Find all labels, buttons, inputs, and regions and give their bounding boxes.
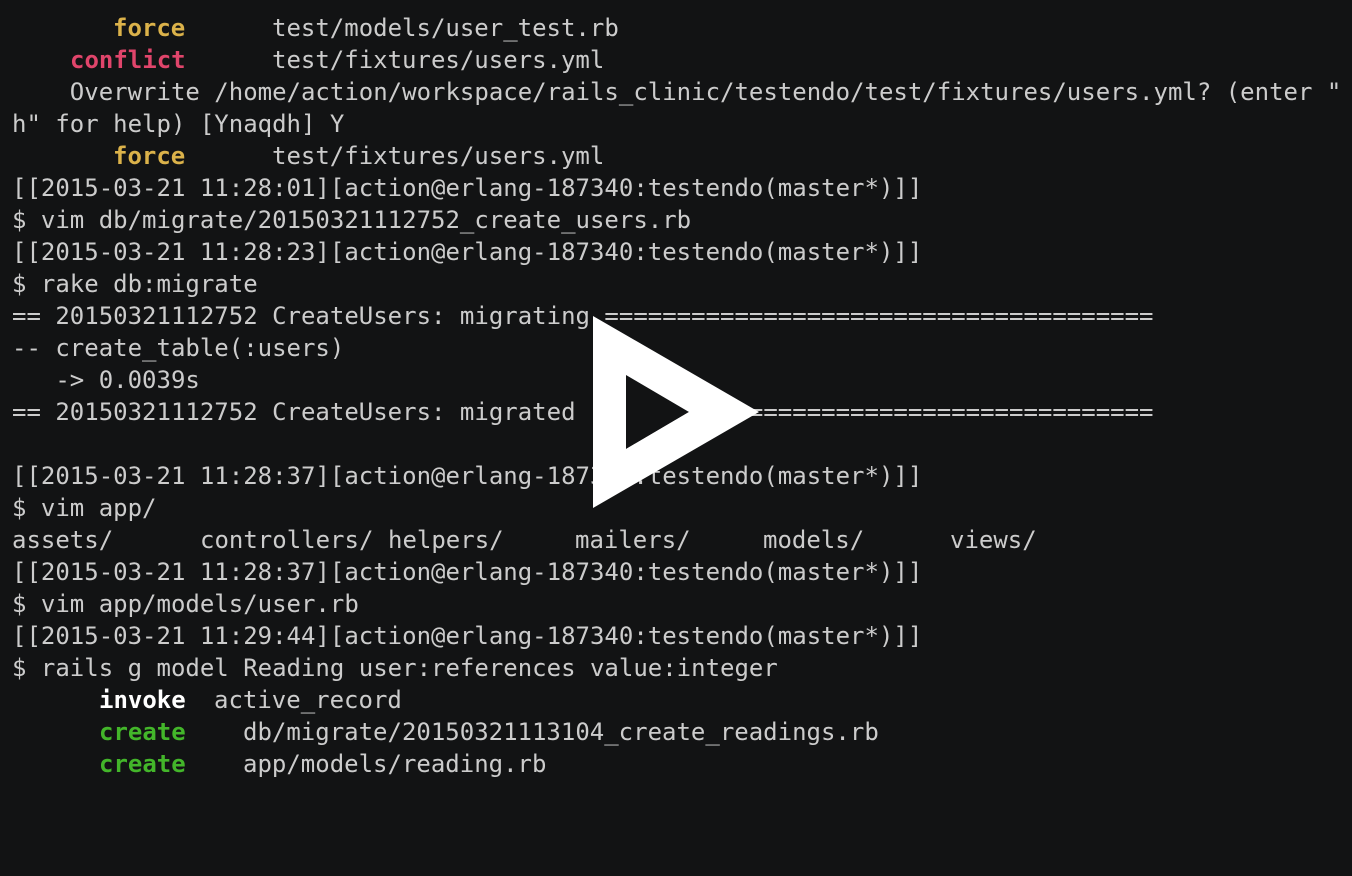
line-text: db/migrate/20150321113104_create_reading… <box>243 718 879 746</box>
status-tag-force: force <box>113 14 186 42</box>
shell-prompt: [[2015-03-21 11:28:37][action@erlang-187… <box>12 462 923 490</box>
line-text: app/models/reading.rb <box>243 750 547 778</box>
terminal-line: conflict test/fixtures/users.yml <box>12 44 604 76</box>
play-icon <box>593 316 759 508</box>
shell-prompt: [[2015-03-21 11:28:01][action@erlang-187… <box>12 174 923 202</box>
terminal-line: Overwrite /home/action/workspace/rails_c… <box>12 78 1342 106</box>
terminal-line: force test/fixtures/users.yml <box>12 140 604 172</box>
shell-command: $ vim app/ <box>12 494 157 522</box>
status-tag-force: force <box>113 142 186 170</box>
terminal-line: h" for help) [Ynaqdh] Y <box>12 110 345 138</box>
line-text: test/fixtures/users.yml <box>272 142 605 170</box>
line-text: test/models/user_test.rb <box>272 14 619 42</box>
completion-item: models/ <box>763 526 865 554</box>
status-tag-create: create <box>99 718 186 746</box>
terminal-line: invoke active_record <box>12 684 402 716</box>
shell-command: $ vim db/migrate/20150321112752_create_u… <box>12 206 692 234</box>
shell-prompt: [[2015-03-21 11:29:44][action@erlang-187… <box>12 622 923 650</box>
terminal-line: force test/models/user_test.rb <box>12 12 619 44</box>
shell-command: $ vim app/models/user.rb <box>12 590 359 618</box>
completion-item: mailers/ <box>575 526 691 554</box>
terminal-line: create db/migrate/20150321113104_create_… <box>12 716 879 748</box>
line-text: test/fixtures/users.yml <box>272 46 605 74</box>
completion-item: controllers/ <box>200 526 374 554</box>
shell-prompt: [[2015-03-21 11:28:37][action@erlang-187… <box>12 558 923 586</box>
completion-item: views/ <box>950 526 1037 554</box>
status-tag-conflict: conflict <box>70 46 186 74</box>
completion-item: helpers/ <box>388 526 504 554</box>
status-tag-invoke: invoke <box>99 686 186 714</box>
terminal-line: -> 0.0039s <box>12 366 200 394</box>
completion-item: assets/ <box>12 526 114 554</box>
terminal-line: -- create_table(:users) <box>12 334 345 362</box>
terminal-line: create app/models/reading.rb <box>12 748 546 780</box>
completion-list: assets/ controllers/ helpers/ mailers/ m… <box>12 524 1037 556</box>
status-tag-create: create <box>99 750 186 778</box>
shell-command: $ rails g model Reading user:references … <box>12 654 778 682</box>
play-button[interactable] <box>583 313 763 513</box>
shell-prompt: [[2015-03-21 11:28:23][action@erlang-187… <box>12 238 923 266</box>
shell-command: $ rake db:migrate <box>12 270 258 298</box>
line-text: active_record <box>214 686 402 714</box>
